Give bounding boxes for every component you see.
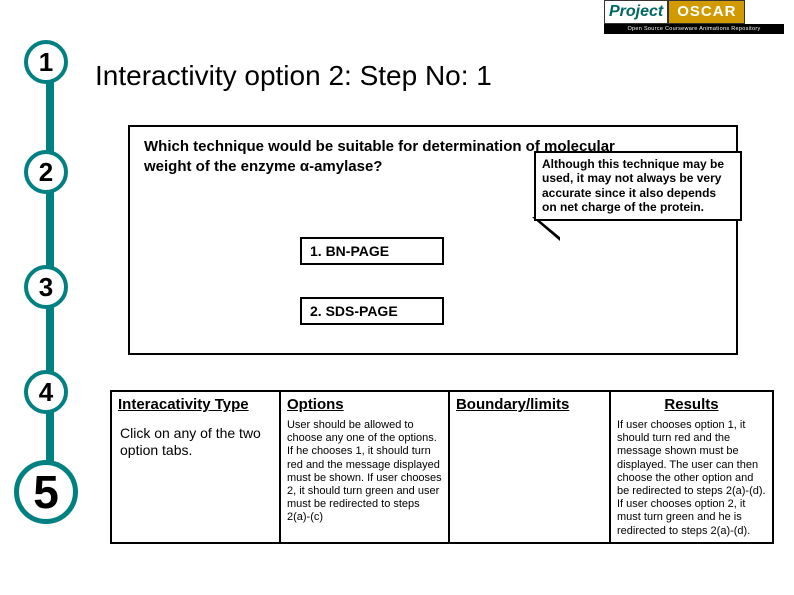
cell-options: User should be allowed to choose any one… — [281, 415, 448, 529]
step-3[interactable]: 3 — [24, 265, 68, 309]
step-2[interactable]: 2 — [24, 150, 68, 194]
feedback-callout: Although this technique may be used, it … — [534, 151, 742, 221]
col-boundary: Boundary/limits — [450, 392, 611, 542]
step-4[interactable]: 4 — [24, 370, 68, 414]
header-options: Options — [281, 392, 448, 415]
spec-table: Interacativity Type Click on any of the … — [110, 390, 774, 544]
logo-brand-left: Project — [604, 0, 668, 24]
page-title: Interactivity option 2: Step No: 1 — [95, 60, 492, 92]
logo-tagline: Open Source Courseware Animations Reposi… — [604, 24, 784, 34]
question-panel: Which technique would be suitable for de… — [128, 125, 738, 355]
callout-tail — [532, 217, 560, 241]
logo-brand-right: OSCAR — [668, 0, 745, 24]
option-2-button[interactable]: 2. SDS-PAGE — [300, 297, 444, 325]
step-navigator: 1 2 3 4 5 — [24, 40, 74, 580]
step-1[interactable]: 1 — [24, 40, 68, 84]
option-1-button[interactable]: 1. BN-PAGE — [300, 237, 444, 265]
step-5-current[interactable]: 5 — [14, 460, 78, 524]
cell-interactivity: Click on any of the two option tabs. — [112, 415, 279, 469]
project-oscar-logo: Project OSCAR Open Source Courseware Ani… — [604, 0, 784, 36]
cell-boundary — [450, 415, 609, 423]
header-boundary: Boundary/limits — [450, 392, 609, 415]
header-results: Results — [611, 392, 772, 415]
header-interactivity: Interacativity Type — [112, 392, 279, 415]
col-options: Options User should be allowed to choose… — [281, 392, 450, 542]
col-interactivity-type: Interacativity Type Click on any of the … — [112, 392, 281, 542]
cell-results: If user chooses option 1, it should turn… — [611, 415, 772, 542]
col-results: Results If user chooses option 1, it sho… — [611, 392, 772, 542]
